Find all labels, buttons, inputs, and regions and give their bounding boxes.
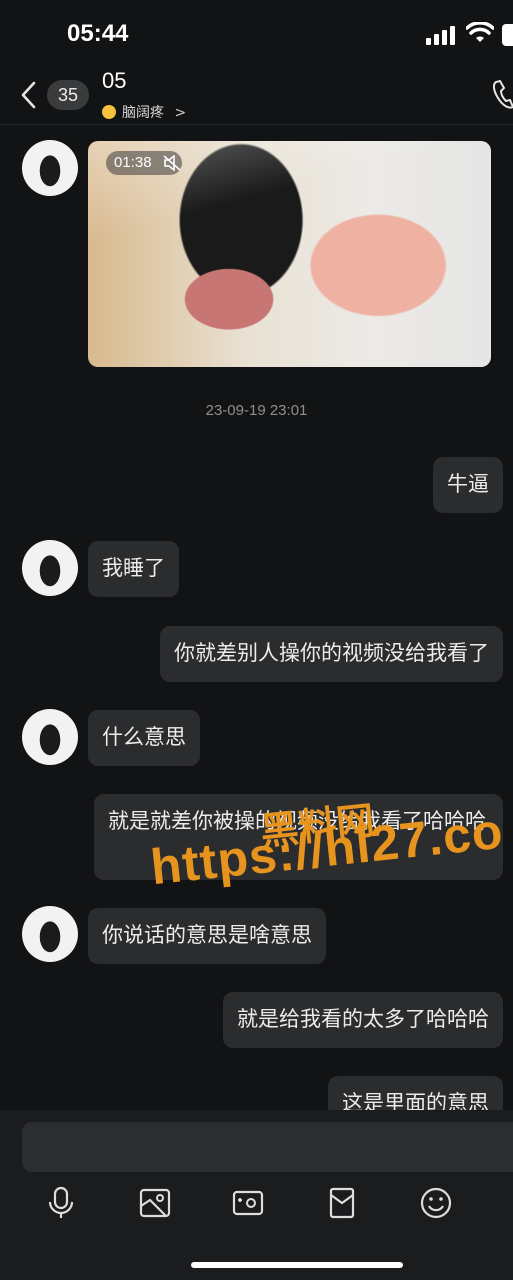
header-divider <box>0 124 513 125</box>
status-time: 05:44 <box>67 20 129 47</box>
chevron-right-icon: > <box>174 105 187 121</box>
phone-icon[interactable] <box>490 78 513 112</box>
message-bubble-left[interactable]: 什么意思 <box>88 710 200 766</box>
emoji-icon[interactable] <box>419 1186 453 1220</box>
message-timestamp: 23-09-19 23:01 <box>205 402 308 419</box>
message-input[interactable] <box>22 1122 513 1172</box>
message-bubble-left[interactable]: 你说话的意思是啥意思 <box>88 908 326 964</box>
message-bubble-right[interactable]: 牛逼 <box>433 457 503 513</box>
message-bubble-right[interactable]: 就是给我看的太多了哈哈哈 <box>223 992 503 1048</box>
mute-icon[interactable] <box>163 155 181 171</box>
chat-subtitle[interactable]: 脑阔疼 > <box>102 102 186 122</box>
avatar[interactable] <box>22 906 78 962</box>
avatar[interactable] <box>22 540 78 596</box>
message-bubble-left[interactable]: 我睡了 <box>88 541 179 597</box>
microphone-icon[interactable] <box>44 1186 78 1220</box>
wifi-icon <box>466 22 494 42</box>
avatar[interactable] <box>22 709 78 765</box>
emoji-status-icon <box>102 105 116 119</box>
chat-title[interactable]: 05 <box>102 68 126 94</box>
camera-icon[interactable] <box>231 1186 265 1220</box>
unread-count-badge[interactable]: 35 <box>47 80 89 110</box>
image-icon[interactable] <box>138 1186 172 1220</box>
red-packet-icon[interactable] <box>325 1186 359 1220</box>
message-bubble-right[interactable]: 你就差别人操你的视频没给我看了 <box>160 626 503 682</box>
home-indicator[interactable] <box>191 1262 403 1268</box>
battery-icon <box>502 24 513 46</box>
signal-icon <box>426 25 458 45</box>
subtitle-text: 脑阔疼 <box>122 105 164 121</box>
back-arrow-icon[interactable] <box>18 80 40 110</box>
avatar[interactable] <box>22 140 78 196</box>
